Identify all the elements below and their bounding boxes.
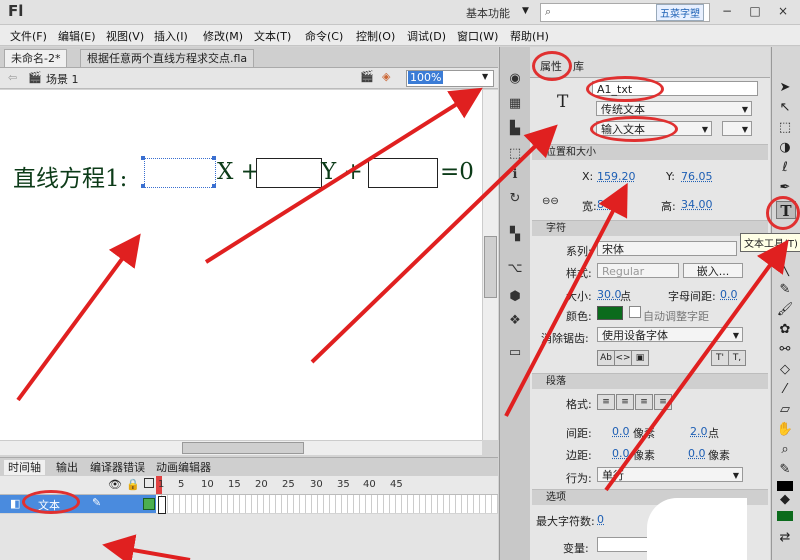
annotation-arrow <box>16 233 141 402</box>
annotation-arrow <box>102 534 191 560</box>
annotation-arrow <box>604 239 789 492</box>
annotation-arrows <box>16 87 789 560</box>
annotation-arrow <box>310 124 558 364</box>
annotation-arrow <box>504 182 628 417</box>
annotation-arrow <box>204 87 483 264</box>
